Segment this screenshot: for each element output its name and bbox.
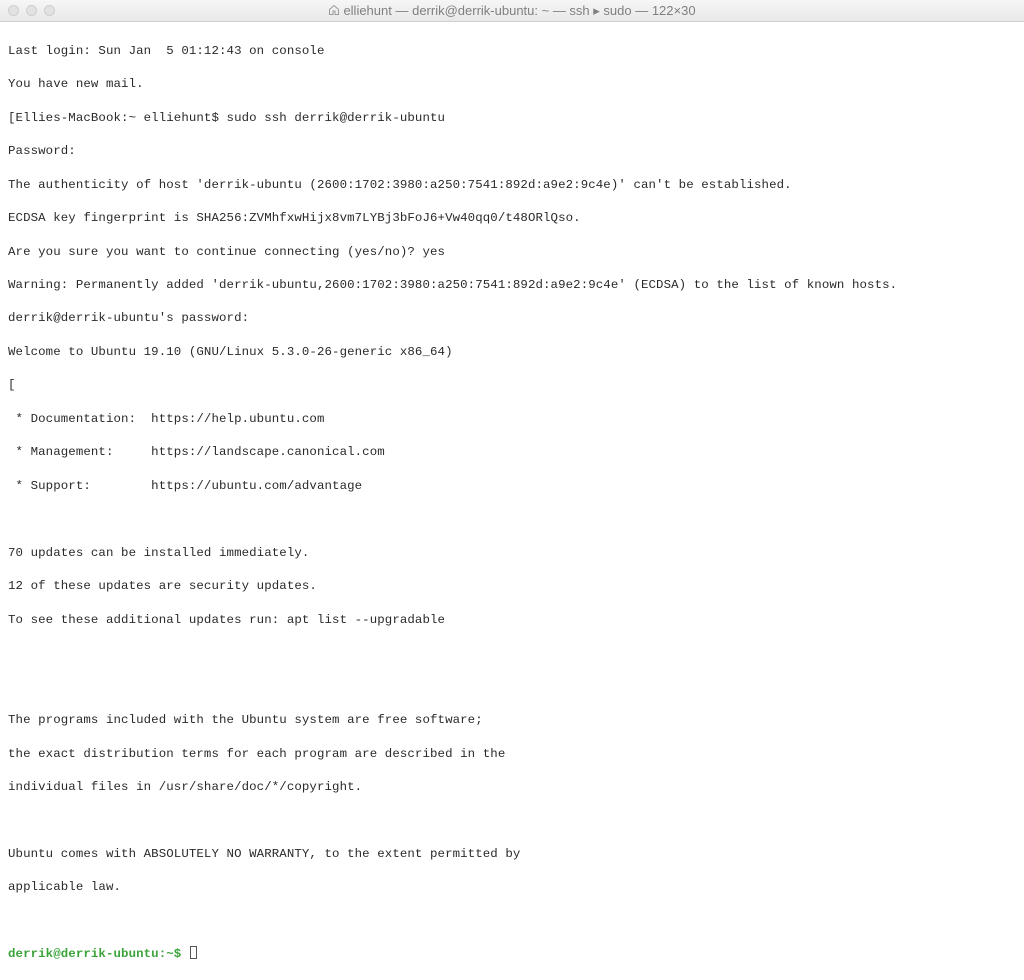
- host-auth-warning: The authenticity of host 'derrik-ubuntu …: [8, 177, 1016, 194]
- legal-line-3: individual files in /usr/share/doc/*/cop…: [8, 779, 1016, 796]
- remote-prompt-line[interactable]: derrik@derrik-ubuntu:~$: [8, 946, 1016, 963]
- fingerprint-line: ECDSA key fingerprint is SHA256:ZVMhfxwH…: [8, 210, 1016, 227]
- blank-line: [8, 679, 1016, 696]
- minimize-icon[interactable]: [26, 5, 37, 16]
- cursor-icon: [190, 946, 197, 959]
- management-line: * Management: https://landscape.canonica…: [8, 444, 1016, 461]
- window-controls: [8, 5, 55, 16]
- bracket-line: [: [8, 377, 1016, 394]
- remote-prompt: derrik@derrik-ubuntu:~$: [8, 947, 189, 961]
- local-prompt-prefix: [Ellies-MacBook:~ elliehunt$: [8, 111, 227, 125]
- remote-password-prompt: derrik@derrik-ubuntu's password:: [8, 310, 1016, 327]
- last-login-line: Last login: Sun Jan 5 01:12:43 on consol…: [8, 43, 1016, 60]
- local-prompt-line: [Ellies-MacBook:~ elliehunt$ sudo ssh de…: [8, 110, 1016, 127]
- terminal-output[interactable]: Last login: Sun Jan 5 01:12:43 on consol…: [0, 22, 1024, 980]
- window-title: elliehunt — derrik@derrik-ubuntu: ~ — ss…: [0, 3, 1024, 19]
- confirm-answer: yes: [422, 245, 445, 259]
- confirm-prompt: Are you sure you want to continue connec…: [8, 245, 422, 259]
- blank-line: [8, 813, 1016, 830]
- updates-line-2: 12 of these updates are security updates…: [8, 578, 1016, 595]
- close-icon[interactable]: [8, 5, 19, 16]
- blank-line: [8, 511, 1016, 528]
- legal-line-5: applicable law.: [8, 879, 1016, 896]
- documentation-line: * Documentation: https://help.ubuntu.com: [8, 411, 1016, 428]
- updates-line-3: To see these additional updates run: apt…: [8, 612, 1016, 629]
- blank-line: [8, 913, 1016, 930]
- support-line: * Support: https://ubuntu.com/advantage: [8, 478, 1016, 495]
- confirm-prompt-line: Are you sure you want to continue connec…: [8, 244, 1016, 261]
- legal-line-1: The programs included with the Ubuntu sy…: [8, 712, 1016, 729]
- zoom-icon[interactable]: [44, 5, 55, 16]
- legal-line-2: the exact distribution terms for each pr…: [8, 746, 1016, 763]
- legal-line-4: Ubuntu comes with ABSOLUTELY NO WARRANTY…: [8, 846, 1016, 863]
- home-icon: [328, 4, 340, 19]
- added-host-line: Warning: Permanently added 'derrik-ubunt…: [8, 277, 1016, 294]
- window-title-text: elliehunt — derrik@derrik-ubuntu: ~ — ss…: [343, 3, 695, 18]
- updates-line-1: 70 updates can be installed immediately.: [8, 545, 1016, 562]
- welcome-line: Welcome to Ubuntu 19.10 (GNU/Linux 5.3.0…: [8, 344, 1016, 361]
- password-prompt: Password:: [8, 143, 1016, 160]
- titlebar: elliehunt — derrik@derrik-ubuntu: ~ — ss…: [0, 0, 1024, 22]
- mail-notice-line: You have new mail.: [8, 76, 1016, 93]
- entered-command: sudo ssh derrik@derrik-ubuntu: [227, 111, 446, 125]
- blank-line: [8, 645, 1016, 662]
